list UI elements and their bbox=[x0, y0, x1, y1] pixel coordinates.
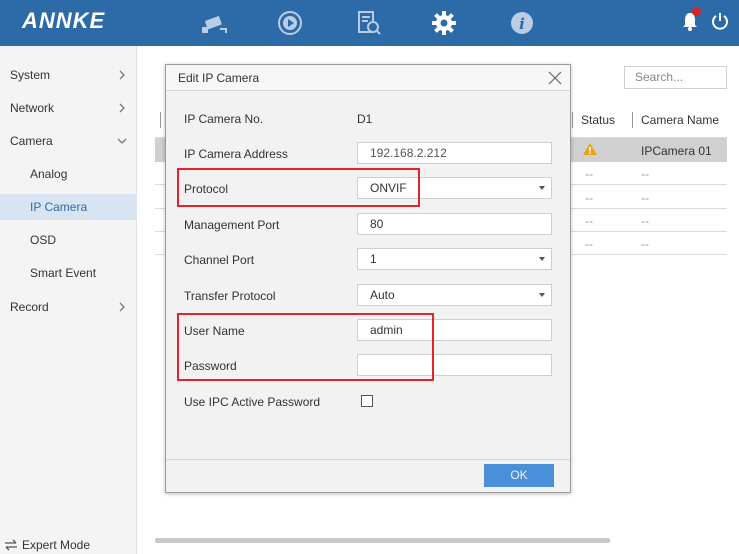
sidebar-item-smart-event[interactable]: Smart Event bbox=[0, 260, 137, 286]
dialog-title: Edit IP Camera bbox=[178, 71, 260, 85]
table-cell-camera-name: -- bbox=[641, 237, 649, 251]
chevron-right-icon bbox=[119, 302, 125, 312]
ok-button[interactable]: OK bbox=[484, 464, 554, 487]
management-port-label: Management Port bbox=[184, 218, 280, 232]
power-icon[interactable] bbox=[710, 11, 730, 31]
dialog-footer-divider bbox=[166, 459, 570, 460]
table-cell-camera-name: -- bbox=[641, 167, 649, 181]
column-header-camera-name[interactable]: Camera Name bbox=[632, 112, 727, 128]
edit-ip-camera-dialog: Edit IP Camera IP Camera No. D1 IP Camer… bbox=[165, 64, 571, 493]
table-cell-status: -- bbox=[585, 167, 593, 181]
top-bar: ANNKE i bbox=[0, 0, 739, 46]
sidebar-item-system[interactable]: System bbox=[0, 62, 137, 88]
search-input[interactable]: Search... bbox=[624, 66, 727, 89]
table-cell-status: -- bbox=[585, 214, 593, 228]
close-icon[interactable] bbox=[548, 71, 562, 85]
transfer-protocol-label: Transfer Protocol bbox=[184, 289, 276, 303]
sidebar: System Network Camera Analog IP Camera O… bbox=[0, 46, 137, 554]
horizontal-scrollbar[interactable] bbox=[155, 538, 610, 543]
table-cell-camera-name: -- bbox=[641, 191, 649, 205]
sidebar-item-label: IP Camera bbox=[30, 200, 88, 214]
chevron-right-icon bbox=[119, 103, 125, 113]
protocol-highlight-box bbox=[177, 168, 420, 207]
camera-no-value: D1 bbox=[357, 112, 373, 126]
sidebar-item-label: OSD bbox=[30, 233, 57, 247]
chevron-right-icon bbox=[119, 70, 125, 80]
camera-address-label: IP Camera Address bbox=[184, 147, 288, 161]
dropdown-arrow-icon bbox=[539, 257, 545, 261]
sidebar-item-label: System bbox=[10, 68, 51, 82]
warning-icon bbox=[583, 143, 597, 155]
dropdown-arrow-icon bbox=[539, 293, 545, 297]
notification-badge bbox=[692, 7, 701, 16]
playback-icon[interactable] bbox=[276, 9, 304, 37]
ipc-active-password-label: Use IPC Active Password bbox=[184, 395, 321, 409]
table-cell-status: -- bbox=[585, 191, 593, 205]
sidebar-item-label: Smart Event bbox=[30, 266, 97, 280]
sidebar-item-ip-camera[interactable]: IP Camera bbox=[0, 194, 137, 220]
camera-icon[interactable] bbox=[200, 9, 228, 37]
transfer-protocol-select[interactable]: Auto bbox=[357, 284, 552, 306]
table-cell-camera-name: -- bbox=[641, 214, 649, 228]
expert-mode-label: Expert Mode bbox=[22, 538, 91, 552]
table-cell-status: -- bbox=[585, 237, 593, 251]
table-cell-camera-name: IPCamera 01 bbox=[641, 144, 712, 158]
sidebar-item-camera[interactable]: Camera bbox=[0, 128, 137, 154]
sidebar-item-label: Record bbox=[10, 300, 49, 314]
management-port-input[interactable]: 80 bbox=[357, 213, 552, 235]
ipc-active-password-checkbox[interactable] bbox=[361, 395, 373, 407]
dialog-header: Edit IP Camera bbox=[166, 65, 570, 91]
brand-logo: ANNKE bbox=[22, 8, 106, 33]
info-icon[interactable]: i bbox=[508, 9, 536, 37]
switch-arrows-icon bbox=[5, 539, 17, 551]
channel-port-select[interactable]: 1 bbox=[357, 248, 552, 270]
sidebar-item-label: Analog bbox=[30, 167, 68, 181]
column-header-status[interactable]: Status bbox=[572, 112, 624, 128]
sidebar-item-network[interactable]: Network bbox=[0, 95, 137, 121]
transfer-protocol-selected-value: Auto bbox=[370, 288, 395, 302]
dropdown-arrow-icon bbox=[539, 186, 545, 190]
gear-icon[interactable] bbox=[430, 9, 458, 37]
sidebar-item-osd[interactable]: OSD bbox=[0, 227, 137, 253]
sidebar-item-analog[interactable]: Analog bbox=[0, 161, 137, 187]
sidebar-item-label: Network bbox=[10, 101, 55, 115]
sidebar-item-label: Camera bbox=[10, 134, 53, 148]
channel-port-label: Channel Port bbox=[184, 253, 255, 267]
chevron-down-icon bbox=[117, 138, 127, 144]
credentials-highlight-box bbox=[177, 313, 434, 381]
camera-address-input[interactable]: 192.168.2.212 bbox=[357, 142, 552, 164]
camera-no-label: IP Camera No. bbox=[184, 112, 264, 126]
sidebar-item-record[interactable]: Record bbox=[0, 294, 137, 320]
channel-port-selected-value: 1 bbox=[370, 252, 377, 266]
svg-text:i: i bbox=[519, 15, 525, 33]
search-file-icon[interactable] bbox=[355, 9, 383, 37]
